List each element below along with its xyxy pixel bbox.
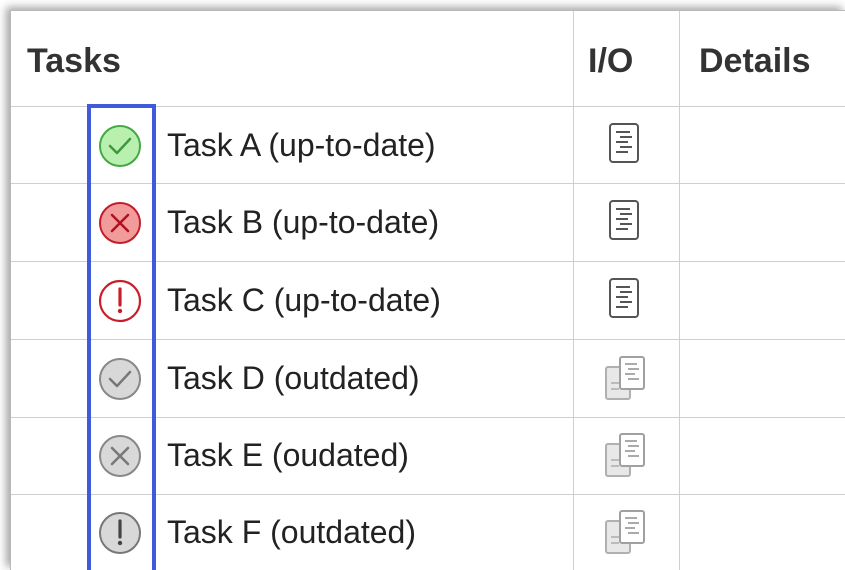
table-row[interactable]: Task F (outdated) [11, 495, 845, 570]
table-row[interactable]: Task D (outdated) [11, 340, 845, 418]
io-cell[interactable] [573, 184, 679, 261]
details-cell[interactable] [679, 184, 845, 261]
task-cell[interactable]: Task C (up-to-date) [11, 262, 573, 339]
task-cell[interactable]: Task B (up-to-date) [11, 184, 573, 261]
table-row[interactable]: Task C (up-to-date) [11, 262, 845, 340]
task-label: Task E (oudated) [167, 437, 409, 473]
tasks-header-label: Tasks [27, 42, 121, 80]
screenshot-frame: Tasks I/O Details Task A (up-to-date) Ta… [0, 0, 845, 570]
x-circle-icon [99, 435, 141, 477]
task-label: Task F (outdated) [167, 514, 416, 550]
details-cell[interactable] [679, 262, 845, 339]
stacked-documents-icon[interactable] [602, 353, 650, 403]
stacked-documents-icon[interactable] [602, 507, 650, 557]
table-row[interactable]: Task B (up-to-date) [11, 184, 845, 262]
check-circle-icon [99, 125, 141, 167]
details-header-label: Details [699, 42, 811, 80]
table-header-row: Tasks I/O Details [11, 11, 845, 107]
details-cell[interactable] [679, 418, 845, 494]
tasks-table: Tasks I/O Details Task A (up-to-date) Ta… [10, 10, 845, 570]
task-cell[interactable]: Task A (up-to-date) [11, 107, 573, 183]
task-label: Task C (up-to-date) [167, 282, 441, 318]
details-column-header[interactable]: Details [679, 11, 845, 106]
task-cell[interactable]: Task E (oudated) [11, 418, 573, 494]
io-header-label: I/O [588, 42, 634, 80]
task-label: Task B (up-to-date) [167, 204, 440, 240]
exclamation-circle-icon [98, 279, 142, 323]
table-row[interactable]: Task A (up-to-date) [11, 107, 845, 184]
io-cell[interactable] [573, 262, 679, 339]
task-label: Task D (outdated) [167, 360, 420, 396]
stacked-documents-icon[interactable] [602, 430, 650, 480]
details-cell[interactable] [679, 107, 845, 183]
log-document-icon[interactable] [602, 275, 650, 325]
details-cell[interactable] [679, 495, 845, 570]
io-cell[interactable] [573, 340, 679, 417]
tasks-column-header[interactable]: Tasks [11, 11, 573, 106]
exclamation-circle-icon [99, 512, 141, 554]
table-row[interactable]: Task E (oudated) [11, 418, 845, 495]
io-cell[interactable] [573, 107, 679, 183]
task-label: Task A (up-to-date) [167, 127, 436, 163]
io-cell[interactable] [573, 495, 679, 570]
io-column-header[interactable]: I/O [573, 11, 679, 106]
log-document-icon[interactable] [602, 197, 650, 247]
log-document-icon[interactable] [602, 120, 650, 170]
task-cell[interactable]: Task F (outdated) [11, 495, 573, 570]
io-cell[interactable] [573, 418, 679, 494]
x-circle-icon [99, 202, 141, 244]
check-circle-icon [99, 358, 141, 400]
details-cell[interactable] [679, 340, 845, 417]
task-cell[interactable]: Task D (outdated) [11, 340, 573, 417]
